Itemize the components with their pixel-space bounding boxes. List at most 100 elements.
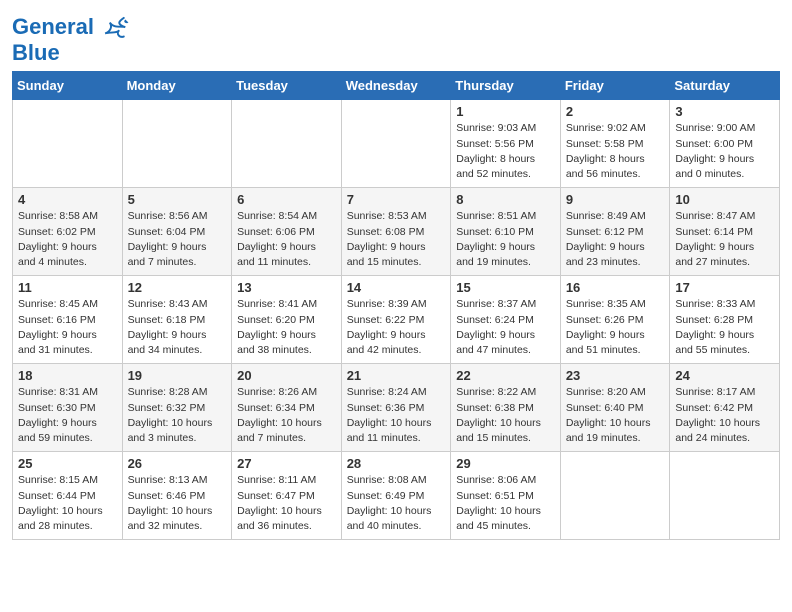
- day-number: 8: [456, 192, 555, 207]
- day-number: 1: [456, 104, 555, 119]
- calendar-cell: 20Sunrise: 8:26 AMSunset: 6:34 PMDayligh…: [232, 364, 342, 452]
- col-header-thursday: Thursday: [451, 72, 561, 100]
- calendar-cell: [232, 100, 342, 188]
- day-number: 13: [237, 280, 336, 295]
- day-info: Sunrise: 8:53 AMSunset: 6:08 PMDaylight:…: [347, 209, 446, 270]
- calendar-week-row: 4Sunrise: 8:58 AMSunset: 6:02 PMDaylight…: [13, 188, 780, 276]
- day-info: Sunrise: 8:54 AMSunset: 6:06 PMDaylight:…: [237, 209, 336, 270]
- day-info: Sunrise: 8:06 AMSunset: 6:51 PMDaylight:…: [456, 473, 555, 534]
- day-info: Sunrise: 8:22 AMSunset: 6:38 PMDaylight:…: [456, 385, 555, 446]
- day-info: Sunrise: 8:58 AMSunset: 6:02 PMDaylight:…: [18, 209, 117, 270]
- calendar-week-row: 25 Sunrise: 8:15 AMSunset: 6:44 PMDayligh…: [13, 452, 780, 540]
- day-number: 6: [237, 192, 336, 207]
- day-number: 3: [675, 104, 774, 119]
- day-info: Sunrise: 8:35 AMSunset: 6:26 PMDaylight:…: [566, 297, 665, 358]
- day-number: 23: [566, 368, 665, 383]
- col-header-monday: Monday: [122, 72, 232, 100]
- calendar-cell: 15 Sunrise: 8:37 AMSunset: 6:24 PMDayligh…: [451, 276, 561, 364]
- day-number: 26: [128, 456, 227, 471]
- calendar-header-row: SundayMondayTuesdayWednesdayThursdayFrid…: [13, 72, 780, 100]
- col-header-friday: Friday: [560, 72, 670, 100]
- day-number: 15: [456, 280, 555, 295]
- calendar-cell: [13, 100, 123, 188]
- calendar-week-row: 1Sunrise: 9:03 AMSunset: 5:56 PMDaylight…: [13, 100, 780, 188]
- calendar-cell: 22 Sunrise: 8:22 AMSunset: 6:38 PMDayligh…: [451, 364, 561, 452]
- day-number: 9: [566, 192, 665, 207]
- calendar-cell: 14 Sunrise: 8:39 AMSunset: 6:22 PMDayligh…: [341, 276, 451, 364]
- logo-text: General: [12, 14, 130, 42]
- calendar-cell: 21 Sunrise: 8:24 AMSunset: 6:36 PMDayligh…: [341, 364, 451, 452]
- header: General Blue: [12, 10, 780, 65]
- logo-bird-icon: [102, 14, 130, 42]
- day-number: 14: [347, 280, 446, 295]
- day-number: 22: [456, 368, 555, 383]
- day-number: 18: [18, 368, 117, 383]
- calendar-week-row: 11 Sunrise: 8:45 AMSunset: 6:16 PMDayligh…: [13, 276, 780, 364]
- calendar-week-row: 18Sunrise: 8:31 AMSunset: 6:30 PMDayligh…: [13, 364, 780, 452]
- calendar-page: General Blue SundayMondayTuesdayWednesda…: [0, 0, 792, 550]
- calendar-cell: 4Sunrise: 8:58 AMSunset: 6:02 PMDaylight…: [13, 188, 123, 276]
- calendar-cell: 11 Sunrise: 8:45 AMSunset: 6:16 PMDayligh…: [13, 276, 123, 364]
- day-info: Sunrise: 8:13 AMSunset: 6:46 PMDaylight:…: [128, 473, 227, 534]
- day-info: Sunrise: 8:08 AMSunset: 6:49 PMDaylight:…: [347, 473, 446, 534]
- calendar-cell: [122, 100, 232, 188]
- day-info: Sunrise: 8:20 AMSunset: 6:40 PMDaylight:…: [566, 385, 665, 446]
- day-info: Sunrise: 8:45 AMSunset: 6:16 PMDaylight:…: [18, 297, 117, 358]
- day-info: Sunrise: 8:17 AMSunset: 6:42 PMDaylight:…: [675, 385, 774, 446]
- day-number: 12: [128, 280, 227, 295]
- calendar-cell: [341, 100, 451, 188]
- calendar-cell: 23 Sunrise: 8:20 AMSunset: 6:40 PMDayligh…: [560, 364, 670, 452]
- day-number: 19: [128, 368, 227, 383]
- calendar-cell: 5 Sunrise: 8:56 AMSunset: 6:04 PMDaylight…: [122, 188, 232, 276]
- calendar-cell: 27 Sunrise: 8:11 AMSunset: 6:47 PMDayligh…: [232, 452, 342, 540]
- day-info: Sunrise: 8:33 AMSunset: 6:28 PMDaylight:…: [675, 297, 774, 358]
- calendar-cell: 7 Sunrise: 8:53 AMSunset: 6:08 PMDaylight…: [341, 188, 451, 276]
- calendar-cell: 28Sunrise: 8:08 AMSunset: 6:49 PMDayligh…: [341, 452, 451, 540]
- day-number: 21: [347, 368, 446, 383]
- day-number: 5: [128, 192, 227, 207]
- calendar-cell: 19 Sunrise: 8:28 AMSunset: 6:32 PMDayligh…: [122, 364, 232, 452]
- calendar-cell: 29 Sunrise: 8:06 AMSunset: 6:51 PMDayligh…: [451, 452, 561, 540]
- col-header-saturday: Saturday: [670, 72, 780, 100]
- day-info: Sunrise: 8:39 AMSunset: 6:22 PMDaylight:…: [347, 297, 446, 358]
- calendar-cell: 25 Sunrise: 8:15 AMSunset: 6:44 PMDayligh…: [13, 452, 123, 540]
- day-number: 29: [456, 456, 555, 471]
- day-info: Sunrise: 8:24 AMSunset: 6:36 PMDaylight:…: [347, 385, 446, 446]
- calendar-cell: 13 Sunrise: 8:41 AMSunset: 6:20 PMDayligh…: [232, 276, 342, 364]
- day-number: 16: [566, 280, 665, 295]
- calendar-cell: 9 Sunrise: 8:49 AMSunset: 6:12 PMDaylight…: [560, 188, 670, 276]
- day-number: 7: [347, 192, 446, 207]
- calendar-cell: [670, 452, 780, 540]
- logo: General Blue: [12, 14, 130, 65]
- day-info: Sunrise: 8:41 AMSunset: 6:20 PMDaylight:…: [237, 297, 336, 358]
- day-info: Sunrise: 8:47 AMSunset: 6:14 PMDaylight:…: [675, 209, 774, 270]
- day-number: 24: [675, 368, 774, 383]
- col-header-sunday: Sunday: [13, 72, 123, 100]
- calendar-cell: 1Sunrise: 9:03 AMSunset: 5:56 PMDaylight…: [451, 100, 561, 188]
- day-number: 11: [18, 280, 117, 295]
- calendar-cell: 2Sunrise: 9:02 AMSunset: 5:58 PMDaylight…: [560, 100, 670, 188]
- calendar-cell: 10Sunrise: 8:47 AMSunset: 6:14 PMDayligh…: [670, 188, 780, 276]
- day-info: Sunrise: 8:15 AMSunset: 6:44 PMDaylight:…: [18, 473, 117, 534]
- day-info: Sunrise: 8:49 AMSunset: 6:12 PMDaylight:…: [566, 209, 665, 270]
- logo-blue: Blue: [12, 40, 130, 65]
- calendar-cell: [560, 452, 670, 540]
- calendar-cell: 8 Sunrise: 8:51 AMSunset: 6:10 PMDaylight…: [451, 188, 561, 276]
- day-number: 27: [237, 456, 336, 471]
- calendar-cell: 3Sunrise: 9:00 AMSunset: 6:00 PMDaylight…: [670, 100, 780, 188]
- day-info: Sunrise: 8:51 AMSunset: 6:10 PMDaylight:…: [456, 209, 555, 270]
- col-header-tuesday: Tuesday: [232, 72, 342, 100]
- calendar-cell: 12Sunrise: 8:43 AMSunset: 6:18 PMDayligh…: [122, 276, 232, 364]
- day-number: 2: [566, 104, 665, 119]
- calendar-table: SundayMondayTuesdayWednesdayThursdayFrid…: [12, 71, 780, 540]
- day-number: 17: [675, 280, 774, 295]
- day-info: Sunrise: 8:11 AMSunset: 6:47 PMDaylight:…: [237, 473, 336, 534]
- col-header-wednesday: Wednesday: [341, 72, 451, 100]
- calendar-cell: 18Sunrise: 8:31 AMSunset: 6:30 PMDayligh…: [13, 364, 123, 452]
- calendar-cell: 16 Sunrise: 8:35 AMSunset: 6:26 PMDayligh…: [560, 276, 670, 364]
- day-info: Sunrise: 8:37 AMSunset: 6:24 PMDaylight:…: [456, 297, 555, 358]
- day-info: Sunrise: 8:28 AMSunset: 6:32 PMDaylight:…: [128, 385, 227, 446]
- calendar-cell: 24 Sunrise: 8:17 AMSunset: 6:42 PMDayligh…: [670, 364, 780, 452]
- day-info: Sunrise: 8:56 AMSunset: 6:04 PMDaylight:…: [128, 209, 227, 270]
- day-number: 25: [18, 456, 117, 471]
